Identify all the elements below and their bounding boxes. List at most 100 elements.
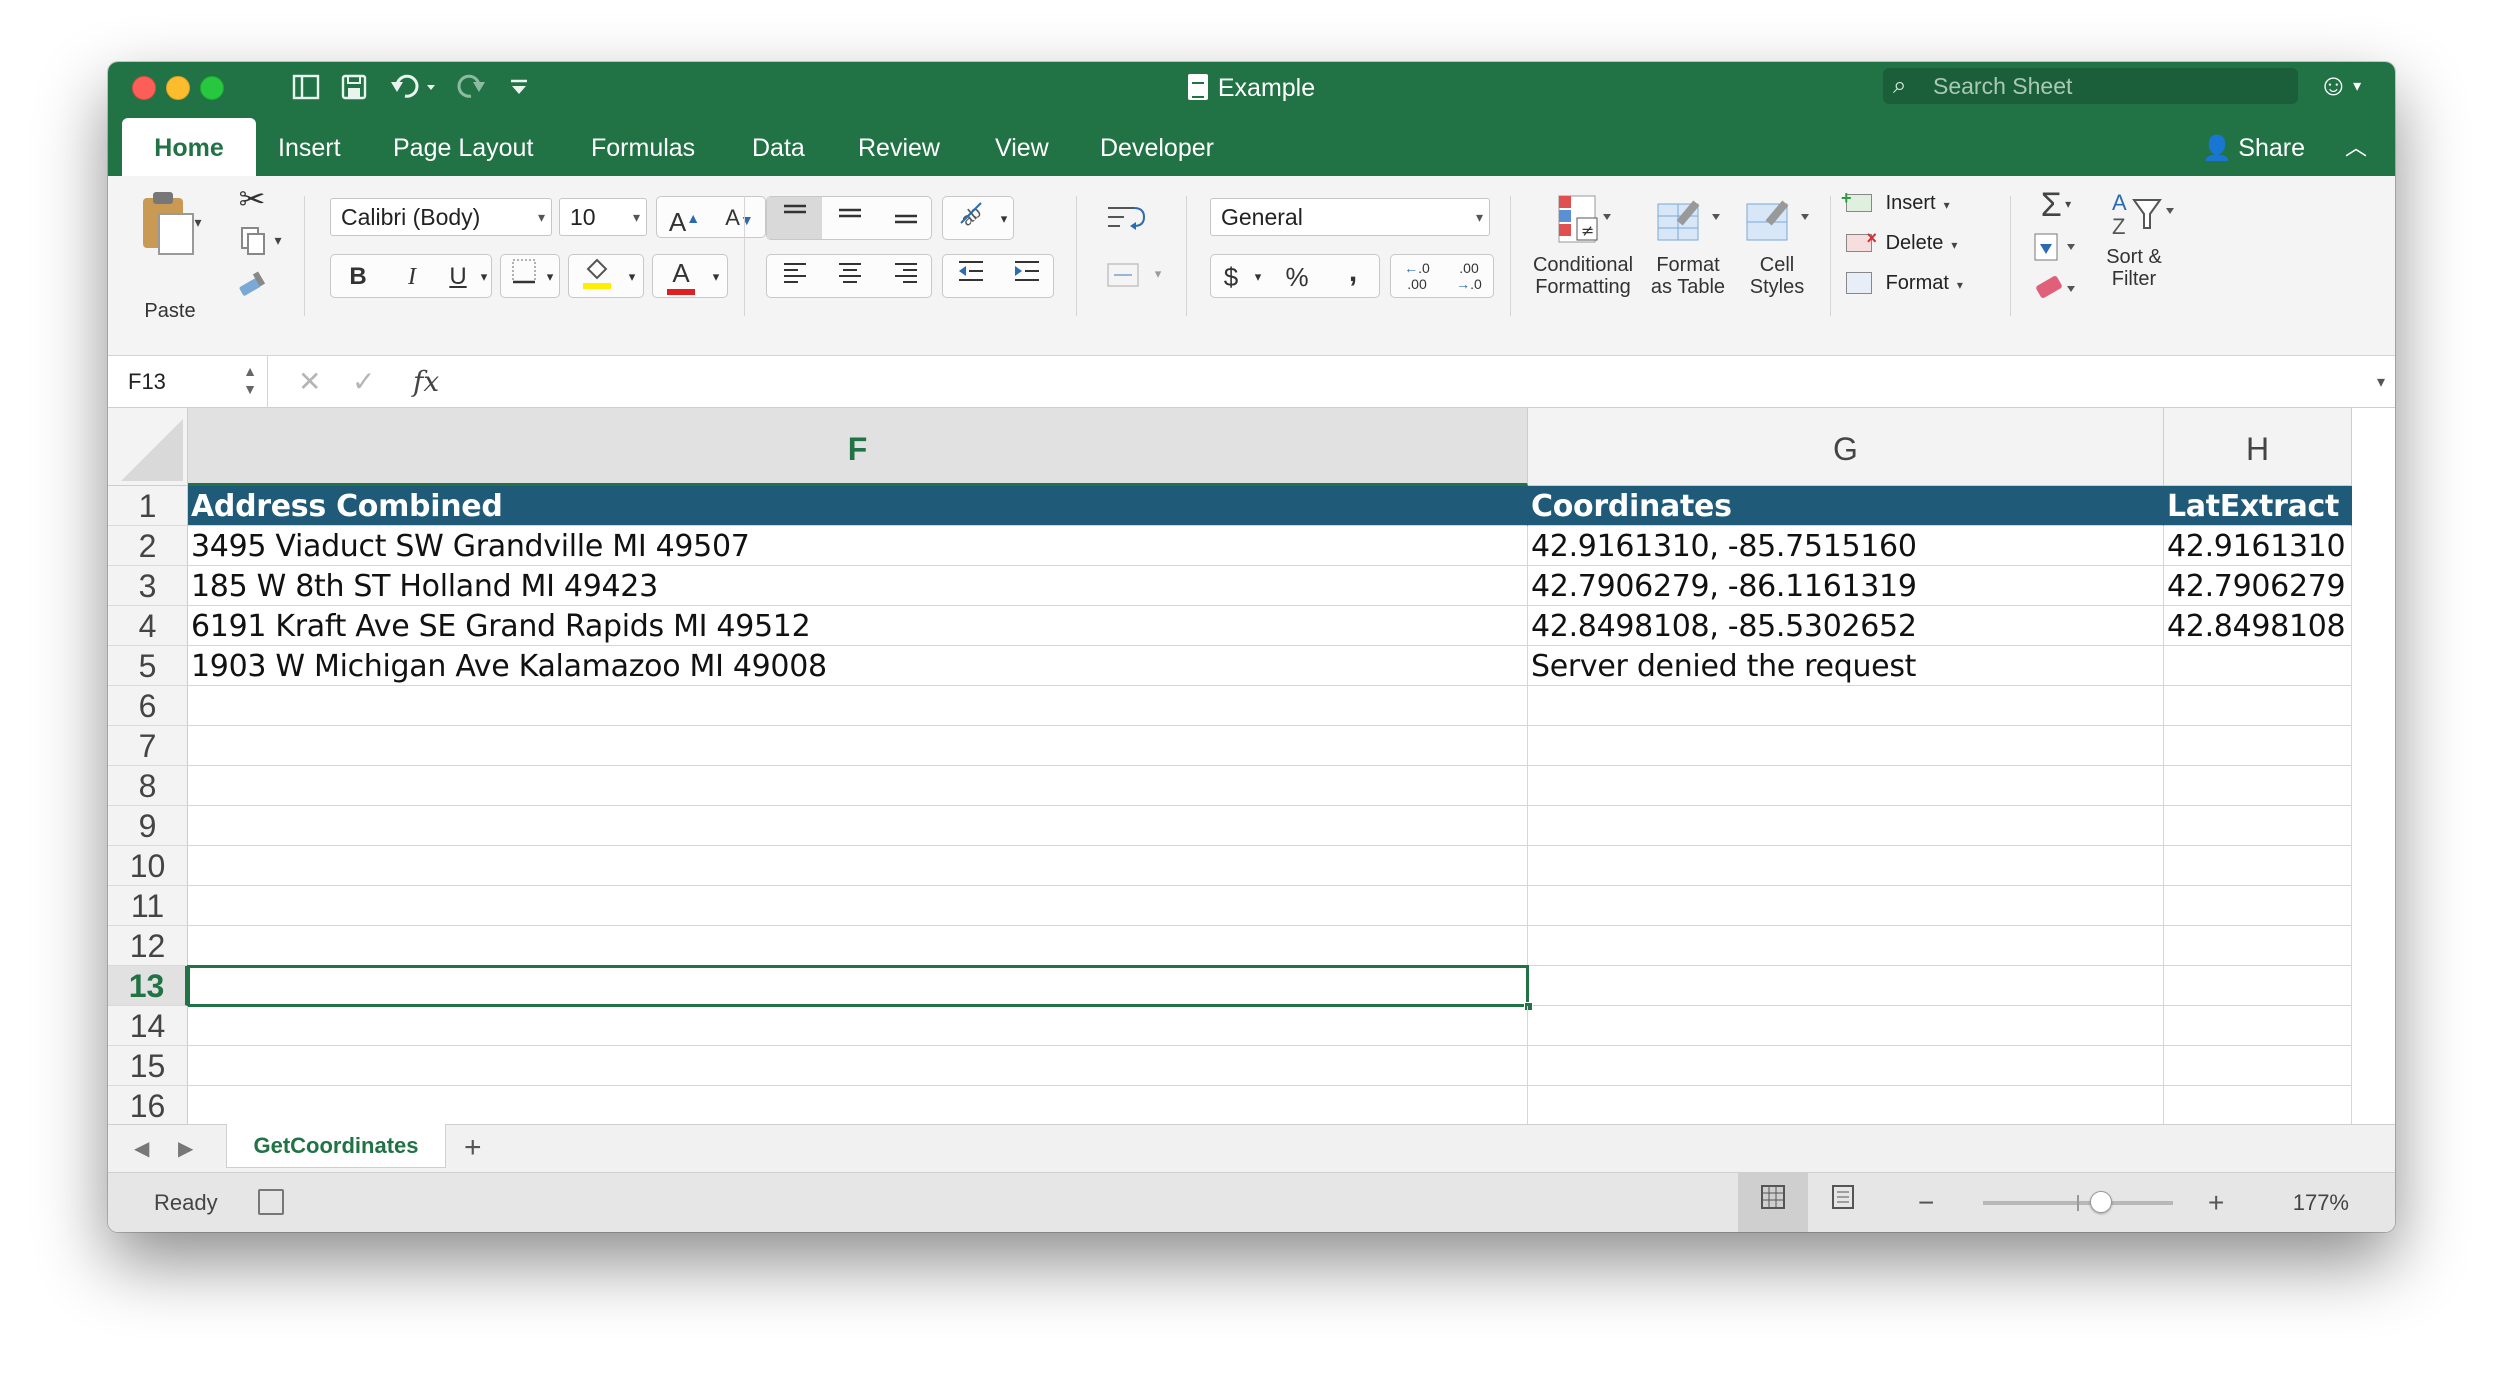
cell-h10[interactable] <box>2164 846 2352 886</box>
decrease-decimal-button[interactable]: .00 →.0 <box>1443 255 1495 297</box>
row-header-1[interactable]: 1 <box>108 486 188 526</box>
cell-f5[interactable]: 1903 W Michigan Ave Kalamazoo MI 49008 <box>188 646 1528 686</box>
cell-g4[interactable]: 42.8498108, -85.5302652 <box>1528 606 2164 646</box>
cell-g8[interactable] <box>1528 766 2164 806</box>
cell-h9[interactable] <box>2164 806 2352 846</box>
cell-g16[interactable] <box>1528 1086 2164 1126</box>
cell-f3[interactable]: 185 W 8th ST Holland MI 49423 <box>188 566 1528 606</box>
cell-f2[interactable]: 3495 Viaduct SW Grandville MI 49507 <box>188 526 1528 566</box>
font-color-button[interactable]: A ▾ <box>652 254 728 298</box>
copy-dropdown-icon[interactable]: ▾ <box>268 232 288 249</box>
search-sheet-input[interactable]: ⌕ Search Sheet <box>1883 68 2298 104</box>
clear-icon[interactable] <box>2026 270 2086 310</box>
row-header-2[interactable]: 2 <box>108 526 188 566</box>
insert-function-icon[interactable]: fx <box>413 356 439 408</box>
row-header-6[interactable]: 6 <box>108 686 188 726</box>
cell-h2[interactable]: 42.9161310 <box>2164 526 2352 566</box>
tab-review[interactable]: Review <box>858 118 940 176</box>
cell-f9[interactable] <box>188 806 1528 846</box>
zoom-level[interactable]: 177% <box>2293 1173 2349 1232</box>
borders-button[interactable]: ▾ <box>500 254 560 298</box>
name-box-spinner-icon[interactable]: ▲ ▼ <box>243 362 257 398</box>
row-header-8[interactable]: 8 <box>108 766 188 806</box>
cell-h11[interactable] <box>2164 886 2352 926</box>
next-sheet-icon[interactable]: ▶ <box>178 1125 193 1173</box>
cell-f1[interactable]: Address Combined <box>188 486 1528 526</box>
underline-dropdown-icon[interactable]: ▾ <box>475 255 493 297</box>
zoom-in-button[interactable]: + <box>2208 1173 2224 1232</box>
align-left-button[interactable] <box>767 255 822 297</box>
share-button[interactable]: 👤 Share <box>2202 118 2305 176</box>
italic-button[interactable]: I <box>385 255 439 297</box>
row-header-14[interactable]: 14 <box>108 1006 188 1046</box>
cell-f16[interactable] <box>188 1086 1528 1126</box>
align-middle-button[interactable] <box>822 197 878 239</box>
format-as-table-button[interactable]: Format as Table <box>1642 192 1734 342</box>
decrease-indent-button[interactable] <box>943 255 999 297</box>
record-macro-icon[interactable] <box>258 1189 284 1215</box>
tab-home[interactable]: Home <box>122 118 256 176</box>
row-header-10[interactable]: 10 <box>108 846 188 886</box>
cell-h6[interactable] <box>2164 686 2352 726</box>
currency-dropdown-icon[interactable]: ▾ <box>1249 255 1267 297</box>
previous-sheet-icon[interactable]: ◀ <box>134 1125 149 1173</box>
increase-indent-button[interactable] <box>999 255 1055 297</box>
cell-g5[interactable]: Server denied the request <box>1528 646 2164 686</box>
add-sheet-button[interactable]: + <box>464 1125 482 1171</box>
tab-insert[interactable]: Insert <box>278 118 341 176</box>
column-header-g[interactable]: G <box>1528 408 2164 486</box>
conditional-formatting-button[interactable]: ≠ Conditional Formatting <box>1528 192 1638 342</box>
cell-f11[interactable] <box>188 886 1528 926</box>
page-layout-view-button[interactable] <box>1808 1173 1878 1232</box>
font-size-select[interactable]: 10 ▾ <box>559 198 647 236</box>
cell-g13[interactable] <box>1528 966 2164 1006</box>
tab-view[interactable]: View <box>995 118 1049 176</box>
cell-g2[interactable]: 42.9161310, -85.7515160 <box>1528 526 2164 566</box>
cancel-icon[interactable]: ✕ <box>298 356 321 408</box>
cell-h7[interactable] <box>2164 726 2352 766</box>
formula-input[interactable] <box>460 356 2355 408</box>
cell-g1[interactable]: Coordinates <box>1528 486 2164 526</box>
cell-g3[interactable]: 42.7906279, -86.1161319 <box>1528 566 2164 606</box>
underline-button[interactable]: U <box>439 255 477 297</box>
number-format-select[interactable]: General ▾ <box>1210 198 1490 236</box>
cell-h15[interactable] <box>2164 1046 2352 1086</box>
cell-styles-button[interactable]: Cell Styles <box>1734 192 1820 342</box>
column-header-f[interactable]: F <box>188 408 1528 486</box>
align-center-button[interactable] <box>822 255 878 297</box>
cut-icon[interactable]: ✂ <box>232 180 272 218</box>
cell-h3[interactable]: 42.7906279 <box>2164 566 2352 606</box>
comma-style-button[interactable]: , <box>1325 255 1381 297</box>
cell-h4[interactable]: 42.8498108 <box>2164 606 2352 646</box>
cell-g6[interactable] <box>1528 686 2164 726</box>
paste-button[interactable] <box>132 188 202 288</box>
align-top-button[interactable] <box>767 197 822 239</box>
enter-icon[interactable]: ✓ <box>352 356 375 408</box>
row-header-4[interactable]: 4 <box>108 606 188 646</box>
align-right-button[interactable] <box>878 255 933 297</box>
row-header-7[interactable]: 7 <box>108 726 188 766</box>
cell-f14[interactable] <box>188 1006 1528 1046</box>
cell-h5[interactable] <box>2164 646 2352 686</box>
cell-h1[interactable]: LatExtract <box>2164 486 2352 526</box>
fill-down-icon[interactable] <box>2026 230 2086 270</box>
cell-g7[interactable] <box>1528 726 2164 766</box>
sheet-tab-getcoordinates[interactable]: GetCoordinates <box>226 1124 446 1168</box>
name-box[interactable]: F13 ▲ ▼ <box>108 356 268 408</box>
row-header-5[interactable]: 5 <box>108 646 188 686</box>
cell-g12[interactable] <box>1528 926 2164 966</box>
increase-font-size-button[interactable]: A▲ <box>657 197 712 237</box>
zoom-out-button[interactable]: − <box>1918 1173 1934 1232</box>
insert-cells-button[interactable]: + Insert ▾ <box>1841 186 1996 222</box>
tab-developer[interactable]: Developer <box>1100 118 1214 176</box>
decrease-font-size-button[interactable]: A▼ <box>712 197 767 237</box>
cell-g15[interactable] <box>1528 1046 2164 1086</box>
cell-h13[interactable] <box>2164 966 2352 1006</box>
bold-button[interactable]: B <box>331 255 385 297</box>
wrap-text-icon[interactable] <box>1098 200 1154 240</box>
tab-page-layout[interactable]: Page Layout <box>393 118 533 176</box>
tab-data[interactable]: Data <box>752 118 805 176</box>
autosum-icon[interactable]: Σ ▾ <box>2026 184 2086 225</box>
cell-h12[interactable] <box>2164 926 2352 966</box>
normal-view-button[interactable] <box>1738 1173 1808 1232</box>
